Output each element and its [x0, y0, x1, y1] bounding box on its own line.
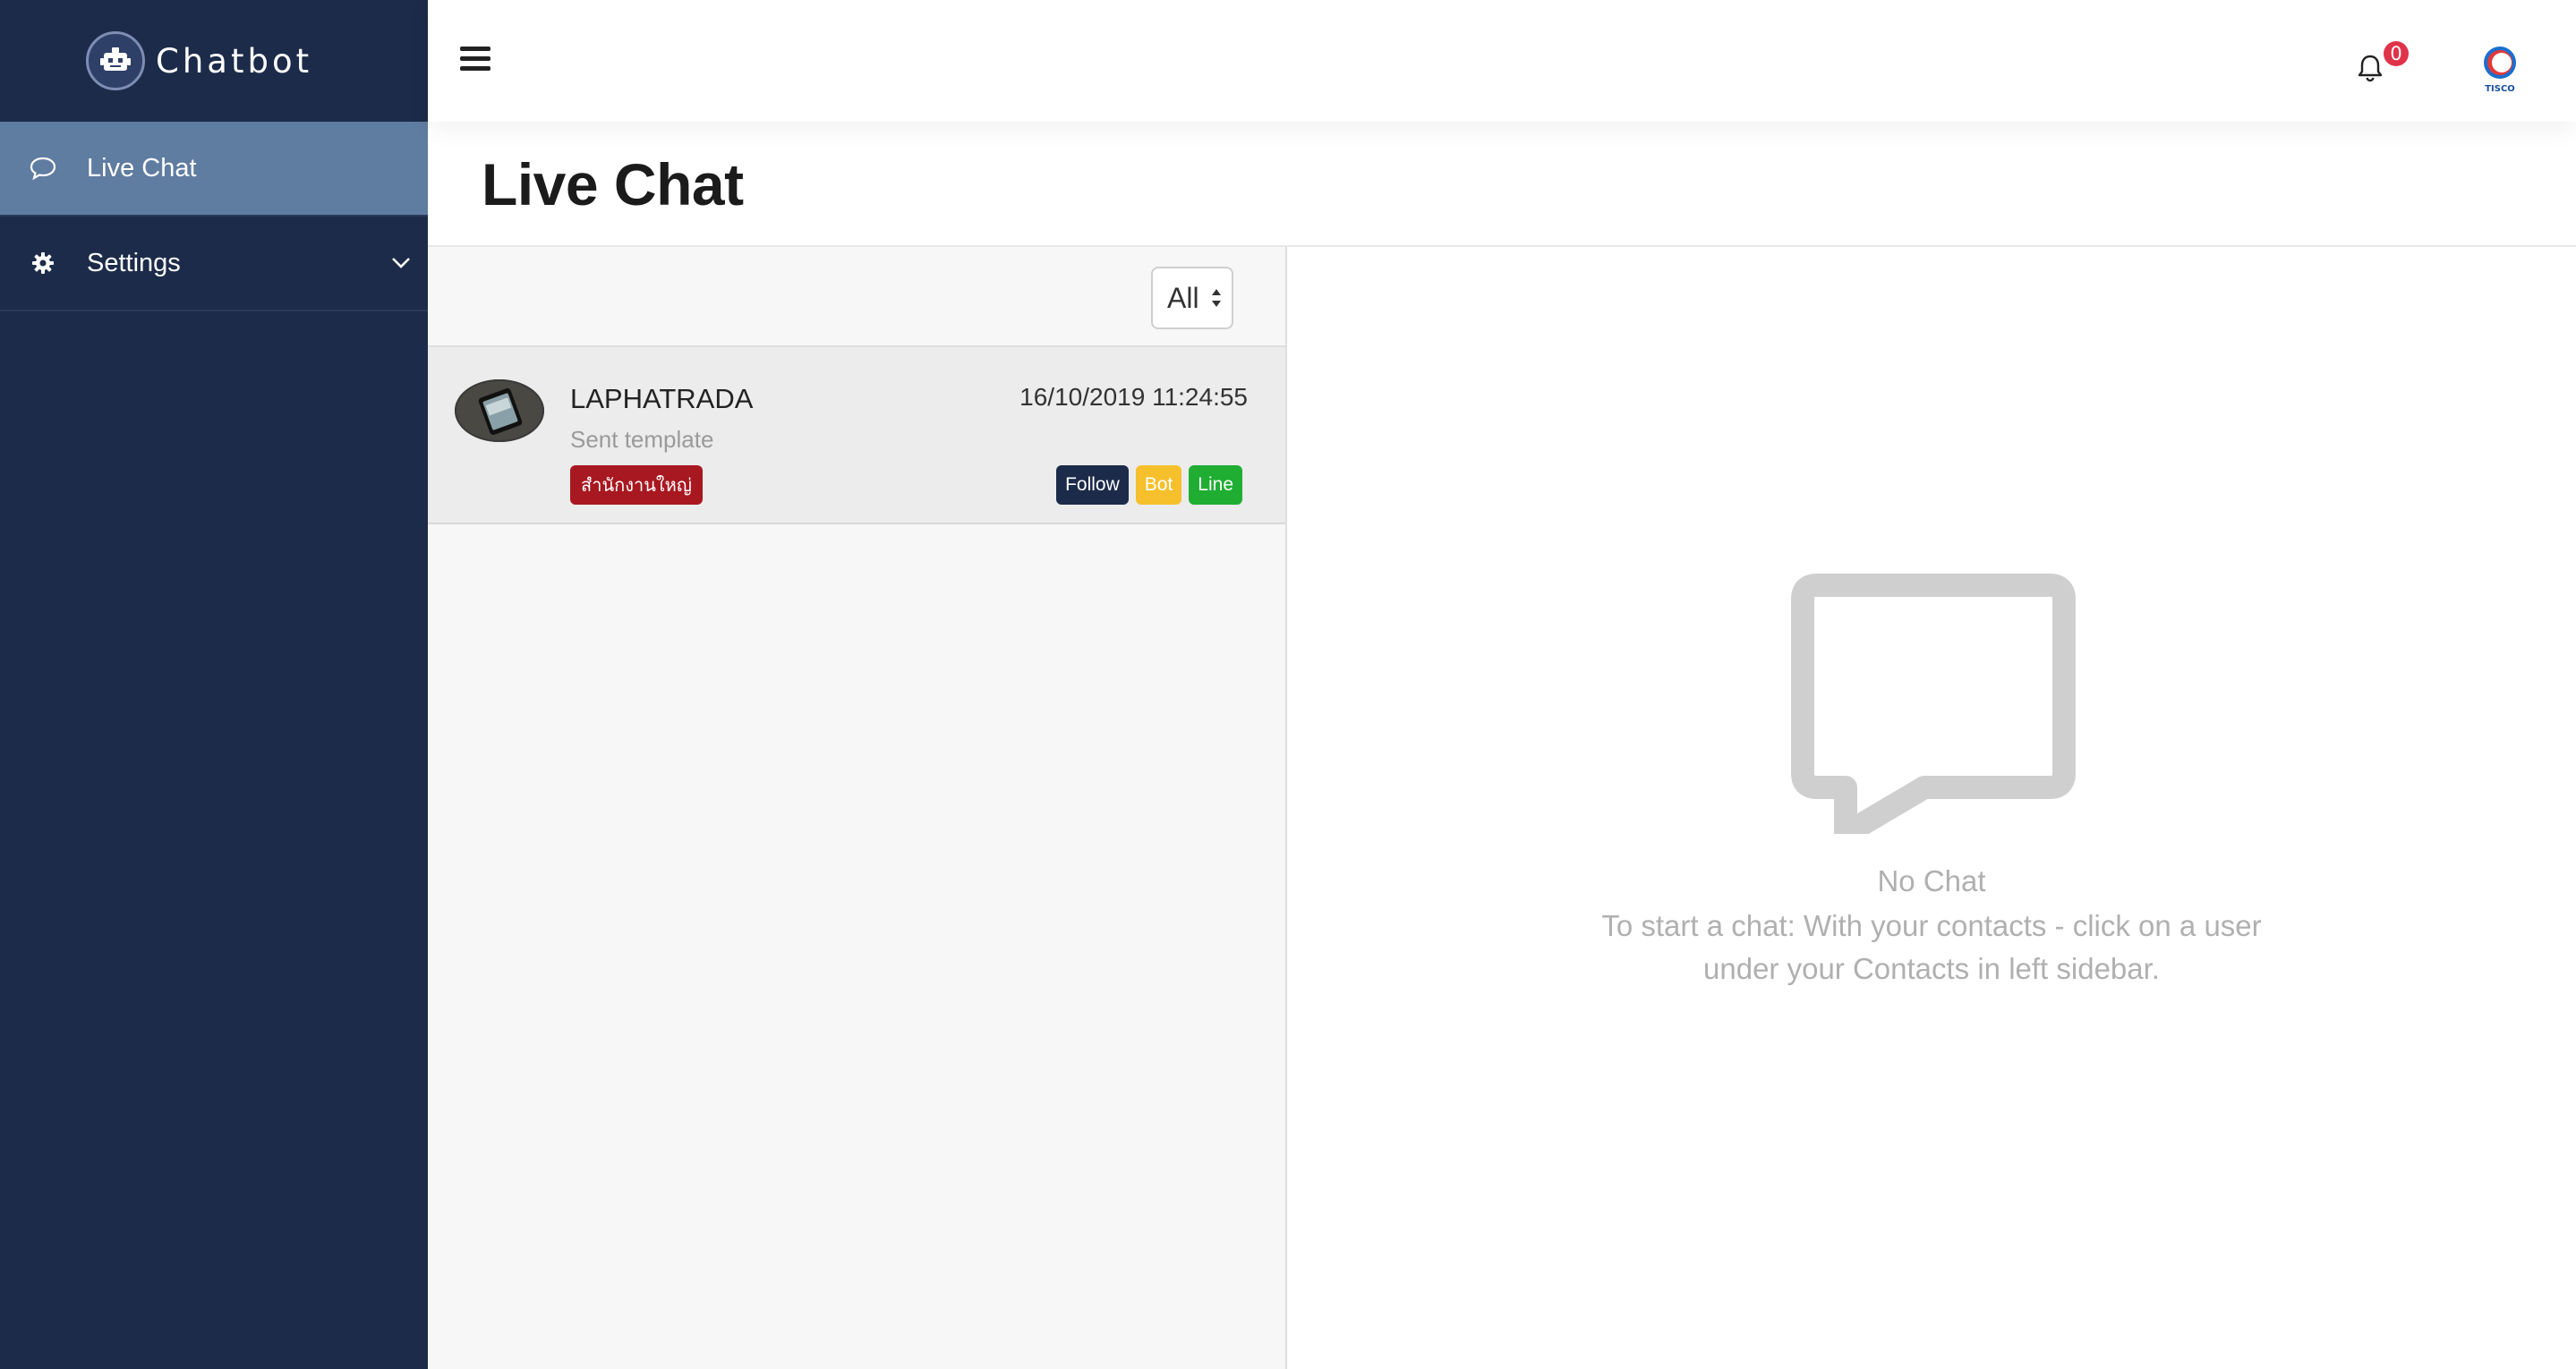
topbar: 0 TISCO: [428, 0, 2576, 122]
chevron-down-icon[interactable]: [374, 257, 428, 269]
department-badge: สำนักงานใหญ่: [570, 465, 703, 505]
gear-icon: [29, 249, 57, 277]
page-header: Live Chat: [428, 122, 2576, 247]
chat-filter-select[interactable]: All: [1151, 267, 1233, 329]
contact-avatar: [455, 379, 544, 442]
tag-bot: Bot: [1135, 465, 1182, 505]
tag-line: Line: [1189, 465, 1242, 505]
brand[interactable]: Chatbot: [0, 0, 428, 122]
chat-list-pane: All LAPHATRADA 16/10/2019 11:24:55 Sent …: [428, 247, 1287, 1369]
robot-icon: [86, 31, 145, 90]
page-title: Live Chat: [482, 151, 744, 217]
chat-bubble-icon: [29, 154, 57, 183]
last-message-preview: Sent template: [570, 426, 714, 453]
brand-name: Chatbot: [156, 41, 313, 81]
sidebar-item-label: Live Chat: [87, 153, 197, 183]
select-arrows-icon: [1212, 289, 1221, 307]
avatar-logo-text: TISCO: [2485, 84, 2515, 94]
empty-state-message: To start a chat: With your contacts - cl…: [1601, 909, 2262, 985]
empty-chat-icon: [1791, 574, 2076, 834]
chat-view-pane: No Chat To start a chat: With your conta…: [1287, 247, 2576, 1369]
chat-tags: Follow Bot Line: [1056, 465, 1242, 505]
notification-badge: 0: [2384, 41, 2409, 66]
tag-follow: Follow: [1056, 465, 1129, 505]
hamburger-icon[interactable]: [460, 47, 490, 73]
chat-list-item[interactable]: LAPHATRADA 16/10/2019 11:24:55 Sent temp…: [428, 347, 1285, 524]
filter-bar: All: [428, 247, 1285, 347]
sidebar: Chatbot Live Chat Settings: [0, 0, 428, 1369]
chat-timestamp: 16/10/2019 11:24:55: [1019, 383, 1248, 411]
contact-name: LAPHATRADA: [570, 383, 754, 414]
user-avatar[interactable]: TISCO: [2473, 41, 2527, 95]
sidebar-item-settings[interactable]: Settings: [0, 217, 428, 311]
bell-icon[interactable]: [2354, 52, 2386, 84]
sidebar-item-live-chat[interactable]: Live Chat: [0, 122, 428, 217]
filter-selected-value: All: [1167, 281, 1199, 314]
empty-state-title: No Chat: [1877, 864, 1986, 897]
sidebar-item-label: Settings: [87, 248, 181, 277]
